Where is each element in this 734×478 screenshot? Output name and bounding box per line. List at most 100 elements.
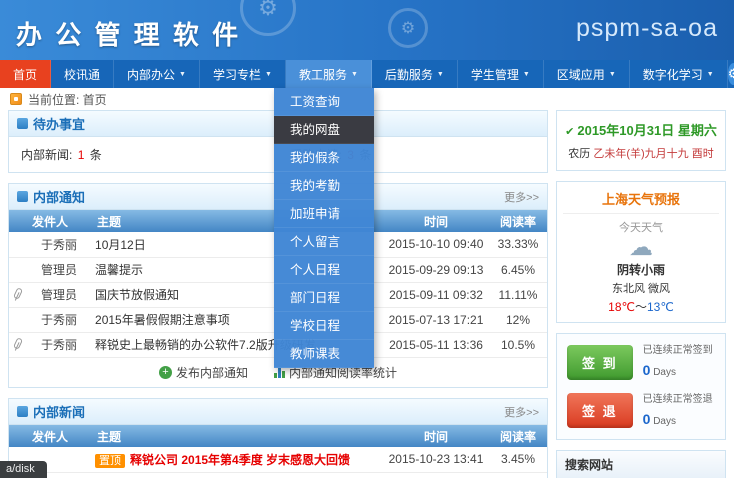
notice-read-rate: 33.33%	[489, 232, 547, 257]
staff-services-dropdown: 工资查询 我的网盘 我的假条 我的考勤 加班申请 个人留言 个人日程 部门日程 …	[274, 88, 374, 368]
notices-more-link[interactable]: 更多>>	[504, 189, 539, 205]
cloud-icon: ☁	[563, 235, 719, 261]
attachment-paperclip-icon	[13, 287, 23, 300]
weather-wind: 东北风 微风	[563, 280, 719, 296]
check-icon: ✔	[565, 126, 574, 138]
notice-time: 2015-09-11 09:32	[383, 282, 489, 307]
bar-chart-icon	[274, 367, 285, 378]
news-more-link[interactable]: 更多>>	[504, 404, 539, 420]
notice-sender: 于秀丽	[27, 232, 91, 257]
compass-decoration-icon: ⚙	[388, 8, 428, 48]
news-table: 发件人 主题 时间 阅读率 置顶释锐公司 2015年第4季度 岁末感恩大回馈 2…	[9, 425, 547, 478]
sign-out-button[interactable]: 签 退	[567, 393, 633, 428]
notice-read-rate: 12%	[489, 307, 547, 332]
chevron-down-icon: ▼	[437, 71, 444, 78]
menu-item-personal-message[interactable]: 个人留言	[274, 228, 374, 256]
settings-gear-icon[interactable]: ⚙	[728, 63, 734, 85]
table-header-row: 发件人 主题 时间 阅读率	[9, 425, 547, 447]
todo-count: 1	[76, 148, 87, 162]
notices-panel-title: 内部通知	[17, 187, 85, 206]
nav-item-internal-office[interactable]: 内部办公 ▼	[114, 60, 200, 88]
pinned-badge: 置顶	[95, 454, 125, 468]
internal-news-panel: 内部新闻 更多>> 发件人 主题 时间 阅读率	[8, 398, 548, 478]
nav-label: 首页	[13, 66, 37, 83]
menu-item-my-netdisk[interactable]: 我的网盘	[274, 116, 374, 144]
location-icon	[10, 93, 22, 105]
notice-sender: 管理员	[27, 257, 91, 282]
chevron-down-icon: ▼	[265, 71, 272, 78]
menu-item-school-schedule[interactable]: 学校日程	[274, 312, 374, 340]
search-sites-panel: 搜索网站 百度 360 360搜索 S 搜狗	[556, 450, 726, 478]
notice-subject-link[interactable]: 国庆节放假通知	[95, 288, 179, 302]
nav-label: 后勤服务	[385, 66, 433, 83]
nav-item-logistics[interactable]: 后勤服务 ▼	[372, 60, 458, 88]
nav-label: 内部办公	[127, 66, 175, 83]
notice-subject-link[interactable]: 2015年暑假假期注意事项	[95, 313, 230, 327]
menu-item-department-schedule[interactable]: 部门日程	[274, 284, 374, 312]
news-panel-title: 内部新闻	[17, 402, 85, 421]
nav-item-xiaoxuntong[interactable]: 校讯通	[51, 60, 114, 88]
todo-panel-title: 待办事宜	[17, 114, 85, 133]
nav-item-study-column[interactable]: 学习专栏 ▼	[200, 60, 286, 88]
nav-label: 区域应用	[557, 66, 605, 83]
nav-item-digital-learning[interactable]: 数字化学习 ▼	[630, 60, 728, 88]
attendance-panel: 签 到 已连续正常签到 0 Days 签 退 已连续正常签退 0 Days	[556, 333, 726, 440]
notice-subject-link[interactable]: 温馨提示	[95, 263, 143, 277]
nav-item-student-mgmt[interactable]: 学生管理▼	[458, 60, 544, 88]
news-subject-link[interactable]: 释锐公司 2015年第4季度 岁末感恩大回馈	[130, 453, 350, 467]
panel-bullet-icon	[17, 191, 28, 202]
breadcrumb-text: 当前位置: 首页	[28, 91, 107, 108]
col-subject: 主题	[91, 425, 383, 447]
menu-item-my-leave-slips[interactable]: 我的假条	[274, 144, 374, 172]
weather-subtitle: 今天天气	[563, 219, 719, 235]
notice-time: 2015-10-10 09:40	[383, 232, 489, 257]
notice-read-rate: 11.11%	[489, 282, 547, 307]
notice-time: 2015-09-29 09:13	[383, 257, 489, 282]
menu-item-overtime-request[interactable]: 加班申请	[274, 200, 374, 228]
nav-item-home[interactable]: 首页	[0, 60, 51, 88]
notice-read-rate: 10.5%	[489, 332, 547, 357]
nav-label: 教工服务	[299, 66, 347, 83]
notice-time: 2015-07-13 17:21	[383, 307, 489, 332]
menu-item-my-attendance[interactable]: 我的考勤	[274, 172, 374, 200]
attachment-paperclip-icon	[13, 337, 23, 350]
chevron-down-icon: ▼	[707, 71, 714, 78]
news-time: 2015-04-21 19:41	[383, 472, 489, 478]
calendar-panel: ✔2015年10月31日 星期六 农历 乙未年(羊)九月十九 酉时	[556, 110, 726, 171]
nav-label: 学习专栏	[213, 66, 261, 83]
col-rate: 阅读率	[489, 210, 547, 232]
nav-label: 数字化学习	[643, 66, 703, 83]
news-read-rate: 3.45%	[489, 447, 547, 472]
todo-stat-internal-news[interactable]: 内部新闻: 1 条	[9, 137, 279, 172]
publish-notice-link[interactable]: + 发布内部通知	[159, 364, 248, 381]
col-sender: 发件人	[9, 210, 91, 232]
sign-in-button[interactable]: 签 到	[567, 345, 633, 380]
menu-item-teacher-timetable[interactable]: 教师课表	[274, 340, 374, 368]
col-rate: 阅读率	[489, 425, 547, 447]
weather-panel: 上海天气预报 今天天气 ☁ 阴转小雨 东北风 微风 18℃～13℃	[556, 181, 726, 323]
date-line: ✔2015年10月31日 星期六	[561, 120, 721, 139]
chevron-down-icon: ▼	[179, 71, 186, 78]
menu-item-personal-schedule[interactable]: 个人日程	[274, 256, 374, 284]
search-sites-title: 搜索网站	[557, 451, 725, 478]
nav-item-staff-services[interactable]: 教工服务▼	[286, 60, 372, 88]
nav-item-regional-apps[interactable]: 区域应用▼	[544, 60, 630, 88]
notice-read-rate: 6.45%	[489, 257, 547, 282]
news-row[interactable]: 置顶释锐公司 2015年第4季度 岁末感恩大回馈 2015-10-23 13:4…	[9, 447, 547, 472]
main-nav: 首页 校讯通 内部办公▼ 学习专栏▼ 教工服务▼ 后勤服务▼ 学生管理▼ 区域应…	[0, 60, 734, 88]
lunar-date-line: 农历 乙未年(羊)九月十九 酉时	[561, 145, 721, 161]
sign-in-status: 已连续正常签到 0 Days	[643, 343, 713, 381]
news-row[interactable]: 观的意外课堂 2015-04-21 19:41 15.79%	[9, 472, 547, 478]
panel-bullet-icon	[17, 118, 28, 129]
news-time: 2015-10-23 13:41	[383, 447, 489, 472]
weather-condition: 阴转小雨	[563, 261, 719, 278]
status-url-tip: a/disk	[0, 461, 47, 478]
menu-item-salary-query[interactable]: 工资查询	[274, 88, 374, 116]
notice-subject-link[interactable]: 10月12日	[95, 238, 146, 252]
notice-sender: 于秀丽	[27, 332, 91, 357]
nav-label: 学生管理	[471, 66, 519, 83]
app-header: ⚙ ⚙ 办 公 管 理 软 件 pspm-sa-oa	[0, 0, 734, 60]
col-time: 时间	[383, 210, 489, 232]
panel-bullet-icon	[17, 406, 28, 417]
col-sender: 发件人	[9, 425, 91, 447]
